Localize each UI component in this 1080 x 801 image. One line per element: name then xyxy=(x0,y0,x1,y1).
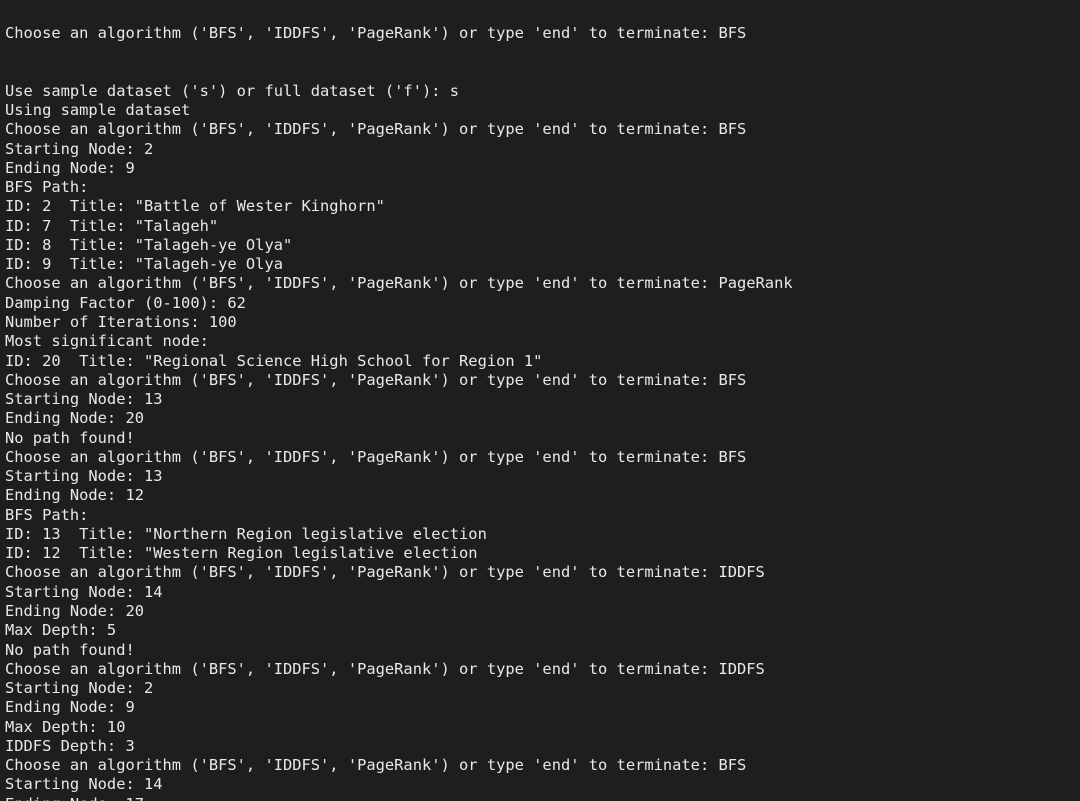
terminal-line: Choose an algorithm ('BFS', 'IDDFS', 'Pa… xyxy=(5,274,793,293)
terminal-line: Starting Node: 13 xyxy=(5,467,163,486)
terminal-line: No path found! xyxy=(5,428,135,447)
terminal-line: Using sample dataset xyxy=(5,101,191,120)
terminal-line: ID: 2 Title: "Battle of Wester Kinghorn" xyxy=(5,197,385,216)
terminal-line: ID: 7 Title: "Talageh" xyxy=(5,216,219,235)
terminal-line: ID: 8 Title: "Talageh-ye Olya" xyxy=(5,235,293,254)
terminal-line: BFS Path: xyxy=(5,505,89,524)
terminal-line: Ending Node: 12 xyxy=(5,486,144,505)
terminal-line-clipped: Choose an algorithm ('BFS', 'IDDFS', 'Pa… xyxy=(5,24,747,43)
terminal-line: Choose an algorithm ('BFS', 'IDDFS', 'Pa… xyxy=(5,120,747,139)
terminal-line: Max Depth: 5 xyxy=(5,621,117,640)
terminal-line: Choose an algorithm ('BFS', 'IDDFS', 'Pa… xyxy=(5,756,747,775)
terminal-line: IDDFS Depth: 3 xyxy=(5,736,135,755)
terminal-line: Ending Node: 20 xyxy=(5,602,144,620)
terminal-line: Starting Node: 2 xyxy=(5,679,154,698)
terminal-line: Most significant node: xyxy=(5,332,209,351)
terminal-line: Choose an algorithm ('BFS', 'IDDFS', 'Pa… xyxy=(5,447,747,466)
terminal-line: Number of Iterations: 100 xyxy=(5,313,237,332)
terminal-line: Use sample dataset ('s') or full dataset… xyxy=(5,81,460,100)
terminal-line: Damping Factor (0-100): 62 xyxy=(5,293,246,312)
terminal-line: ID: 9 Title: "Talageh-ye Olya xyxy=(5,255,283,274)
terminal-window[interactable]: Choose an algorithm ('BFS', 'IDDFS', 'Pa… xyxy=(0,0,1080,801)
terminal-line: Starting Node: 13 xyxy=(5,390,163,409)
terminal-line: No path found! xyxy=(5,640,135,659)
terminal-line: ID: 20 Title: "Regional Science High Sch… xyxy=(5,351,543,370)
terminal-line: ID: 13 Title: "Northern Region legislati… xyxy=(5,524,487,543)
terminal-line: Choose an algorithm ('BFS', 'IDDFS', 'Pa… xyxy=(5,563,765,582)
terminal-line: Ending Node: 20 xyxy=(5,409,144,428)
terminal-line: Starting Node: 14 xyxy=(5,775,163,794)
terminal-line: Ending Node: 9 xyxy=(5,698,135,717)
terminal-line: Choose an algorithm ('BFS', 'IDDFS', 'Pa… xyxy=(5,370,747,389)
terminal-line: Starting Node: 2 xyxy=(5,139,154,158)
terminal-line: Choose an algorithm ('BFS', 'IDDFS', 'Pa… xyxy=(5,659,765,678)
terminal-scrollback: Choose an algorithm ('BFS', 'IDDFS', 'Pa… xyxy=(5,0,1080,801)
terminal-line: Ending Node: 9 xyxy=(5,158,135,177)
terminal-line: Max Depth: 10 xyxy=(5,717,126,736)
terminal-line: Starting Node: 14 xyxy=(5,582,163,601)
terminal-line: ID: 12 Title: "Western Region legislativ… xyxy=(5,544,478,563)
terminal-output: Use sample dataset ('s') or full dataset… xyxy=(5,82,1080,801)
terminal-line: BFS Path: xyxy=(5,178,89,197)
terminal-line: Ending Node: 17 xyxy=(5,795,1080,801)
